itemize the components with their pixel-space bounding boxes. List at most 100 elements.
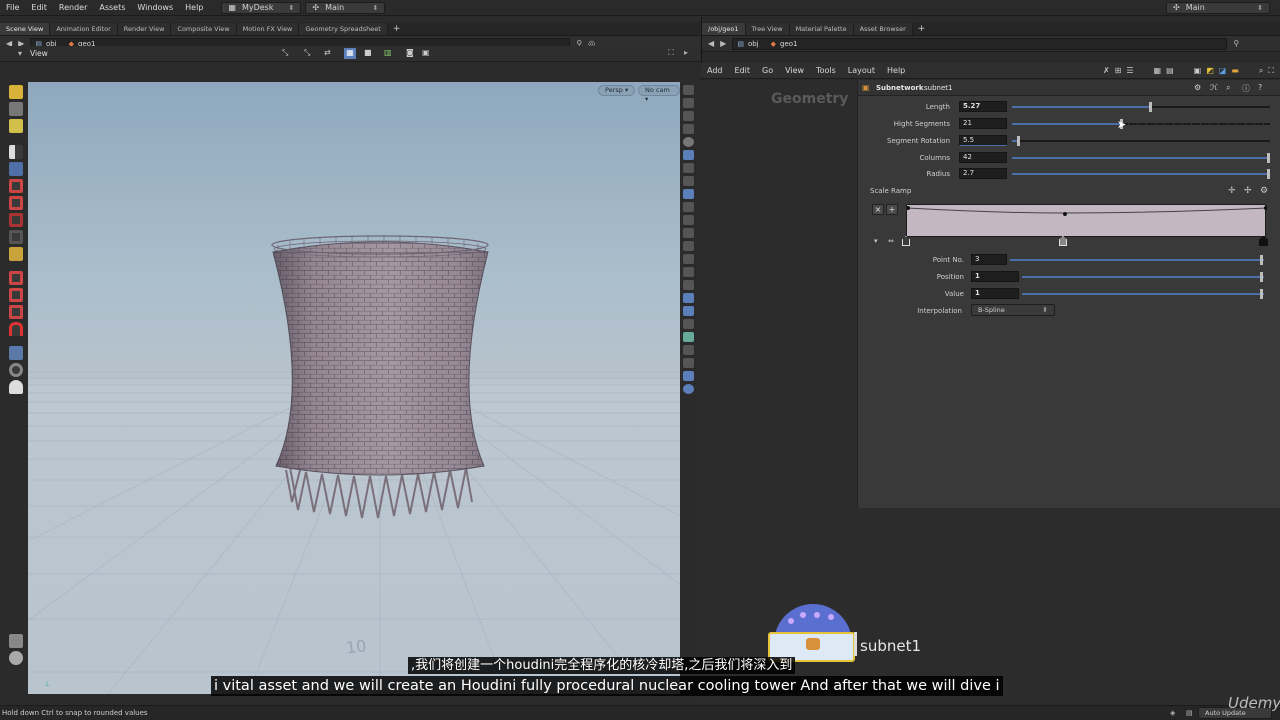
- cup-icon[interactable]: [9, 380, 23, 394]
- scale-ramp-widget[interactable]: [906, 204, 1268, 237]
- ramp-expand-icon[interactable]: ▾: [874, 237, 878, 245]
- cook-icon[interactable]: [9, 634, 23, 648]
- right-path-field[interactable]: ▤ obj ◆ geo1: [732, 37, 1228, 50]
- option-icon[interactable]: [682, 267, 694, 277]
- tab-asset-browser[interactable]: Asset Browser: [853, 23, 913, 35]
- gear-icon[interactable]: ⚙: [1194, 83, 1201, 92]
- tab-geometry-spreadsheet[interactable]: Geometry Spreadsheet: [299, 23, 388, 35]
- tab-motion-fx-view[interactable]: Motion FX View: [236, 23, 300, 35]
- menu-windows[interactable]: Windows: [131, 3, 179, 12]
- handle-icon[interactable]: [9, 247, 23, 261]
- option-icon[interactable]: [682, 332, 694, 342]
- wrench-icon[interactable]: ✗: [1103, 66, 1110, 76]
- radius-field[interactable]: 2.7: [959, 168, 1007, 179]
- tab-tree-view[interactable]: Tree View: [745, 23, 790, 35]
- move-icon[interactable]: [9, 179, 23, 193]
- orbit-icon[interactable]: [9, 363, 23, 377]
- search-icon[interactable]: ⌕: [1259, 66, 1263, 76]
- radius-slider[interactable]: [1012, 169, 1270, 179]
- persp-badge[interactable]: Persp ▾: [598, 85, 636, 96]
- option-icon[interactable]: [682, 124, 694, 134]
- more-icon[interactable]: ▸: [684, 48, 688, 57]
- option-icon[interactable]: [682, 319, 694, 329]
- option-icon[interactable]: [682, 228, 694, 238]
- net-menu-view[interactable]: View: [779, 66, 810, 75]
- view-label[interactable]: View: [30, 49, 48, 58]
- position-slider[interactable]: [1022, 272, 1264, 282]
- option-icon[interactable]: [682, 189, 694, 199]
- sticky-icon[interactable]: ◩: [1206, 66, 1214, 76]
- ramp-move-icon[interactable]: ✛: [1228, 186, 1236, 196]
- menu-render[interactable]: Render: [53, 3, 93, 12]
- length-slider[interactable]: [1012, 102, 1270, 112]
- option-icon[interactable]: [682, 306, 694, 316]
- menu-assets[interactable]: Assets: [93, 3, 131, 12]
- snap-grid-icon[interactable]: [9, 271, 23, 285]
- columns-slider[interactable]: [1012, 153, 1270, 163]
- magnet-icon[interactable]: [9, 322, 23, 336]
- help-icon[interactable]: ?: [1258, 83, 1262, 92]
- tab-composite-view[interactable]: Composite View: [171, 23, 237, 35]
- option-icon[interactable]: [682, 176, 694, 186]
- view-menu-icon[interactable]: ▾: [18, 49, 22, 58]
- hight-segments-field[interactable]: 21: [959, 118, 1007, 129]
- grid-icon[interactable]: ▦: [1154, 66, 1162, 76]
- back-arrow-icon[interactable]: ◀: [708, 39, 714, 48]
- columns-field[interactable]: 42: [959, 152, 1007, 163]
- desktop-dropdown[interactable]: ▦ MyDesk ⬍: [221, 1, 302, 14]
- sphere-icon[interactable]: [682, 137, 694, 147]
- option-icon[interactable]: [682, 150, 694, 160]
- menu-help[interactable]: Help: [179, 3, 209, 12]
- pin-icon[interactable]: ⚲: [1233, 39, 1239, 48]
- net-menu-edit[interactable]: Edit: [729, 66, 757, 75]
- net-menu-go[interactable]: Go: [756, 66, 779, 75]
- net-menu-help[interactable]: Help: [881, 66, 911, 75]
- 3d-viewport[interactable]: 10 ⊥ Persp ▾ No cam ▾: [28, 82, 680, 694]
- light-icon[interactable]: [9, 119, 23, 133]
- handles-toggle-icon[interactable]: [9, 346, 23, 360]
- tab-network-geo1[interactable]: /obj/geo1: [702, 23, 746, 35]
- node-name-field[interactable]: subnet1: [924, 84, 952, 92]
- image-icon[interactable]: ▣: [1194, 66, 1202, 76]
- paint-icon[interactable]: [9, 85, 23, 99]
- option-icon[interactable]: [682, 163, 694, 173]
- segment-rotation-slider[interactable]: [1012, 136, 1270, 146]
- point-no-field[interactable]: 3: [971, 254, 1007, 265]
- option-icon[interactable]: [682, 371, 694, 381]
- option-icon[interactable]: [682, 215, 694, 225]
- forward-arrow-icon[interactable]: ▶: [720, 39, 726, 48]
- search-icon[interactable]: ⌕: [1226, 83, 1230, 93]
- net-menu-layout[interactable]: Layout: [842, 66, 881, 75]
- scale-icon[interactable]: [9, 213, 23, 227]
- folder-icon[interactable]: ▬: [1231, 66, 1239, 76]
- tab-animation-editor[interactable]: Animation Editor: [50, 23, 118, 35]
- interpolation-dropdown[interactable]: B-Spline ⬍: [971, 304, 1055, 316]
- net-menu-add[interactable]: Add: [701, 66, 729, 75]
- option-icon[interactable]: [682, 345, 694, 355]
- layout-icon[interactable]: ⛶: [668, 48, 674, 58]
- option-icon[interactable]: [682, 254, 694, 264]
- info-icon[interactable]: ⓘ: [1242, 83, 1250, 94]
- grid2-icon[interactable]: ▤: [1166, 66, 1174, 76]
- net-menu-tools[interactable]: Tools: [810, 66, 842, 75]
- value-field[interactable]: 1: [971, 288, 1019, 299]
- shading-icon[interactable]: ⤡: [304, 48, 310, 58]
- option-icon[interactable]: [682, 280, 694, 290]
- tab-scene-view[interactable]: Scene View: [0, 23, 51, 35]
- snap-point-icon[interactable]: [9, 288, 23, 302]
- option-icon[interactable]: [682, 241, 694, 251]
- context-dropdown[interactable]: ✣ Main ⬍: [305, 1, 386, 14]
- option-icon[interactable]: [682, 358, 694, 368]
- option-icon[interactable]: [682, 384, 694, 394]
- ramp-add-icon[interactable]: ✢: [1244, 186, 1252, 196]
- right-context-dropdown[interactable]: ✣ Main ⬍: [1166, 1, 1270, 14]
- snapshot-icon[interactable]: ▣: [422, 48, 430, 57]
- length-field[interactable]: 5.27: [959, 101, 1007, 112]
- ramp-insert-button[interactable]: +: [886, 204, 898, 215]
- option-icon[interactable]: [682, 111, 694, 121]
- layout-icon[interactable]: ⛶: [1268, 66, 1274, 76]
- tab-material-palette[interactable]: Material Palette: [789, 23, 854, 35]
- ghost-icon[interactable]: ■: [364, 48, 372, 57]
- option-icon[interactable]: [682, 98, 694, 108]
- visibility-icon[interactable]: ▥: [384, 48, 392, 57]
